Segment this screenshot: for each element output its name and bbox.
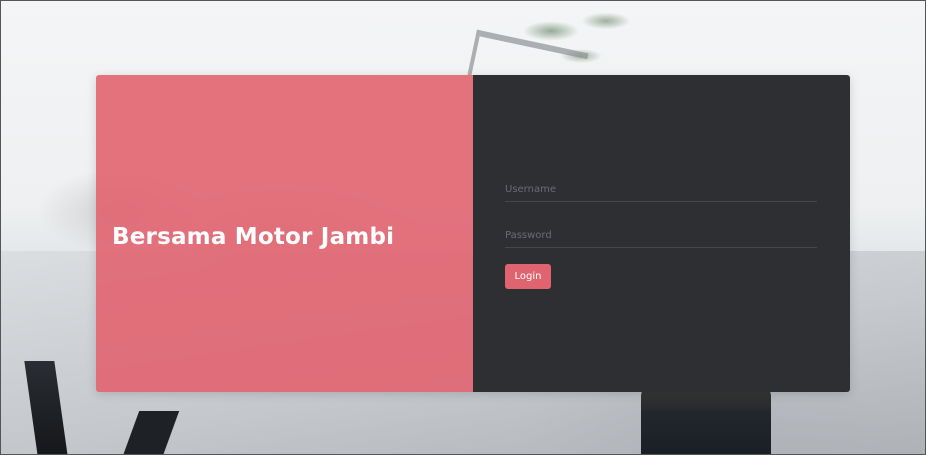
login-form: Login (473, 75, 850, 392)
password-field-wrapper (505, 223, 817, 248)
login-button[interactable]: Login (505, 264, 551, 289)
password-input[interactable] (505, 226, 817, 247)
brand-panel: Bersama Motor Jambi (96, 75, 473, 392)
login-card: Bersama Motor Jambi Login (96, 75, 850, 392)
brand-title: Bersama Motor Jambi (112, 223, 395, 250)
username-field-wrapper (505, 177, 817, 202)
username-input[interactable] (505, 180, 817, 201)
login-page: Bersama Motor Jambi Login (0, 0, 926, 455)
background-mug (641, 386, 771, 454)
